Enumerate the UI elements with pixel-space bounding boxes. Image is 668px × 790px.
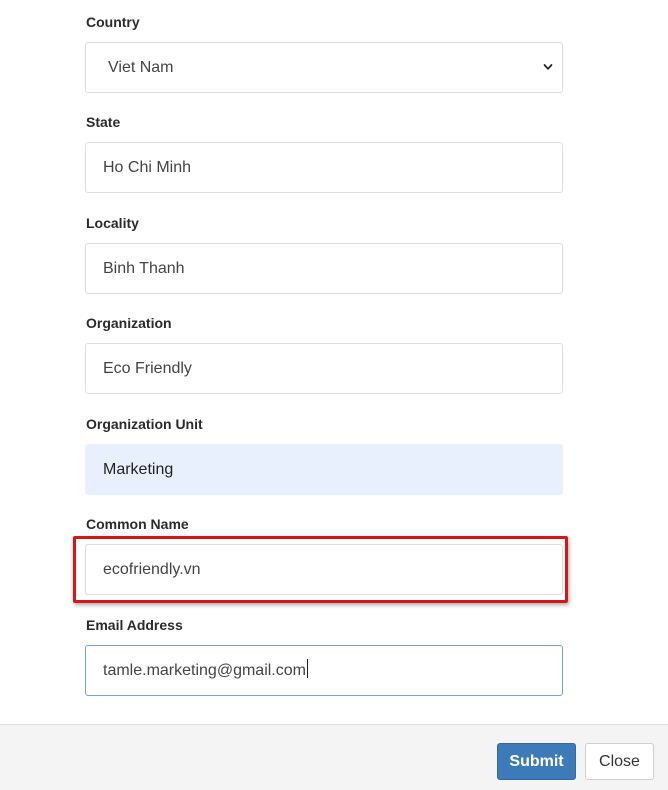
state-label: State xyxy=(86,114,121,130)
form-body: Country Viet Nam State Ho Chi Minh Local… xyxy=(0,0,668,724)
country-select-value: Viet Nam xyxy=(108,59,174,76)
organization-input[interactable]: Eco Friendly xyxy=(85,343,563,394)
modal-footer: Submit Close xyxy=(0,724,668,790)
state-input[interactable]: Ho Chi Minh xyxy=(85,142,563,193)
locality-input-value: Binh Thanh xyxy=(103,260,185,277)
chevron-down-icon xyxy=(543,64,553,70)
country-label: Country xyxy=(86,14,140,30)
common-name-input[interactable]: ecofriendly.vn xyxy=(85,544,563,595)
email-label: Email Address xyxy=(86,617,183,633)
state-input-value: Ho Chi Minh xyxy=(103,159,192,176)
common-name-input-value: ecofriendly.vn xyxy=(103,561,201,578)
email-input[interactable]: tamle.marketing@gmail.com xyxy=(85,645,563,696)
email-input-value: tamle.marketing@gmail.com xyxy=(103,662,306,679)
submit-button[interactable]: Submit xyxy=(497,743,576,780)
text-cursor xyxy=(306,659,308,679)
organization-label: Organization xyxy=(86,315,172,331)
country-select[interactable]: Viet Nam xyxy=(85,42,563,93)
common-name-label: Common Name xyxy=(86,516,189,532)
locality-input[interactable]: Binh Thanh xyxy=(85,243,563,294)
locality-label: Locality xyxy=(86,215,139,231)
close-button[interactable]: Close xyxy=(585,743,654,780)
organization-input-value: Eco Friendly xyxy=(103,360,192,377)
organization-unit-label: Organization Unit xyxy=(86,416,203,432)
organization-unit-input-value: Marketing xyxy=(103,461,174,478)
organization-unit-input[interactable]: Marketing xyxy=(85,444,563,495)
